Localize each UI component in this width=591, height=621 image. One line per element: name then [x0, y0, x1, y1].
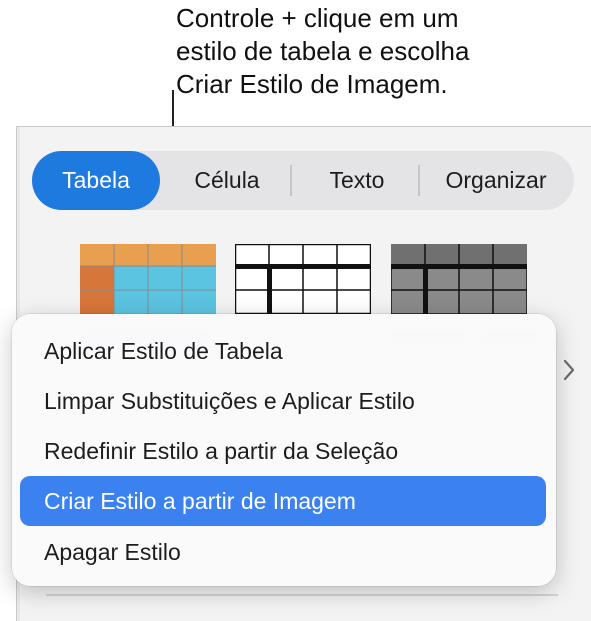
panel-divider [46, 594, 558, 596]
table-style-black-lines[interactable] [235, 244, 371, 314]
context-menu: Aplicar Estilo de Tabela Limpar Substitu… [12, 314, 556, 586]
tab-texto[interactable]: Texto [298, 151, 416, 210]
tab-divider [290, 165, 292, 196]
chevron-right-icon[interactable] [562, 358, 576, 382]
tab-tabela[interactable]: Tabela [32, 151, 160, 210]
menu-item-limpar-substituicoes[interactable]: Limpar Substituições e Aplicar Estilo [20, 376, 546, 426]
table-style-orange-blue[interactable] [80, 244, 216, 314]
callout-line: Criar Estilo de Imagem. [176, 69, 448, 99]
callout-line: Controle + clique em um [176, 3, 459, 33]
menu-item-aplicar-estilo[interactable]: Aplicar Estilo de Tabela [20, 326, 546, 376]
table-style-gray[interactable] [391, 244, 527, 314]
tab-divider [418, 165, 420, 196]
menu-item-criar-estilo-imagem[interactable]: Criar Estilo a partir de Imagem [20, 476, 546, 526]
menu-item-redefinir-estilo[interactable]: Redefinir Estilo a partir da Seleção [20, 426, 546, 476]
callout-text: Controle + clique em um estilo de tabela… [176, 2, 576, 101]
menu-item-apagar-estilo[interactable]: Apagar Estilo [20, 527, 546, 577]
format-tabs: Tabela Célula Texto Organizar [32, 151, 574, 210]
callout-line: estilo de tabela e escolha [176, 36, 470, 66]
tab-organizar[interactable]: Organizar [426, 151, 566, 210]
tab-celula[interactable]: Célula [172, 151, 282, 210]
